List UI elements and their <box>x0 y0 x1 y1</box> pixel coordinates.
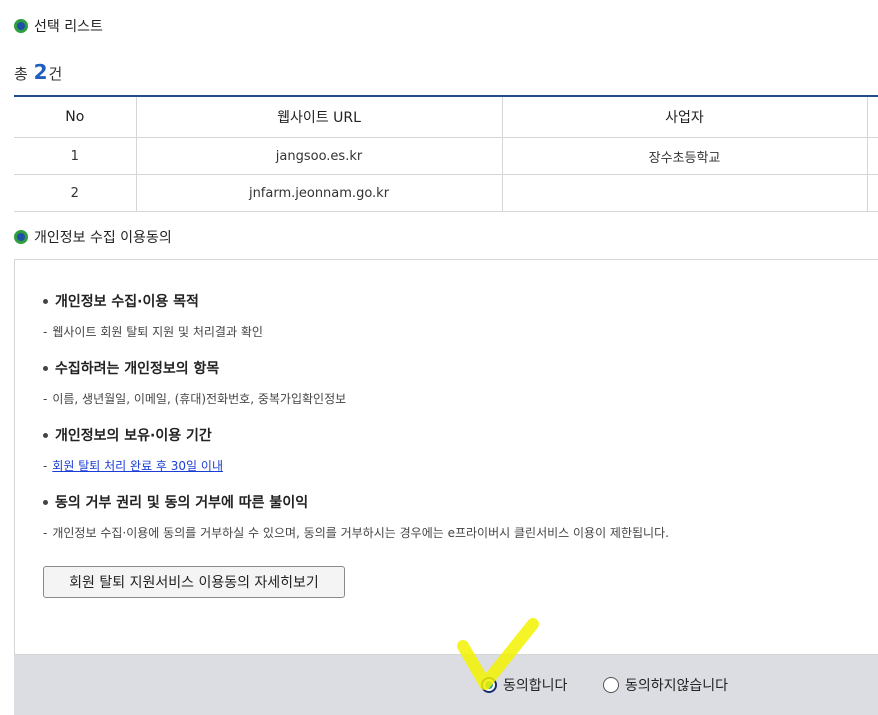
cell-company <box>501 174 867 212</box>
radio-unchecked-icon[interactable] <box>603 677 619 693</box>
consent-item-retention: 개인정보의 보유·이용 기간 - 회원 탈퇴 처리 완료 후 30일 이내 <box>43 425 223 474</box>
bullet-icon <box>43 432 48 438</box>
consent-title: 개인정보 수집 이용동의 <box>14 227 172 247</box>
cell-url: jnfarm.jeonnam.go.kr <box>135 174 502 212</box>
consent-box: 개인정보 수집·이용 목적 - 웹사이트 회원 탈퇴 지원 및 처리결과 확인 수… <box>14 259 878 655</box>
consent-item-refusal: 동의 거부 권리 및 동의 거부에 따른 불이익 - 개인정보 수집·이용에 동의… <box>43 492 669 541</box>
total-suffix: 건 <box>48 65 63 83</box>
table-header-row: No 웹사이트 URL 사업자 <box>14 96 878 138</box>
agree-bar: 동의합니다 동의하지않습니다 <box>14 655 878 715</box>
item-desc: 개인정보 수집·이용에 동의를 거부하실 수 있으며, 동의를 거부하시는 경우… <box>52 526 669 540</box>
bullet-icon <box>43 365 48 371</box>
table-row: 2 jnfarm.jeonnam.go.kr <box>14 174 878 212</box>
table-row: 1 jangsoo.es.kr 장수초등학교 <box>14 137 878 175</box>
bullet-icon <box>43 298 48 304</box>
total-count: 총 2건 <box>14 60 62 84</box>
col-header-extra <box>866 96 878 138</box>
consent-item-purpose: 개인정보 수집·이용 목적 - 웹사이트 회원 탈퇴 지원 및 처리결과 확인 <box>43 291 263 340</box>
section-bullet-icon <box>14 230 28 244</box>
cell-no: 2 <box>14 174 136 212</box>
consent-title-text: 개인정보 수집 이용동의 <box>34 230 172 246</box>
col-header-url: 웹사이트 URL <box>135 96 502 138</box>
total-prefix: 총 <box>14 65 28 83</box>
selection-list-title: 선택 리스트 <box>14 16 103 36</box>
selection-list-title-text: 선택 리스트 <box>34 19 103 35</box>
highlight-check-icon <box>457 618 539 690</box>
cell-extra <box>866 137 878 175</box>
section-bullet-icon <box>14 19 28 33</box>
item-desc: 이름, 생년월일, 이메일, (휴대)전화번호, 중복가입확인정보 <box>52 392 347 406</box>
item-heading: 개인정보의 보유·이용 기간 <box>55 428 212 444</box>
cell-url: jangsoo.es.kr <box>135 137 502 175</box>
view-details-button[interactable]: 회원 탈퇴 지원서비스 이용동의 자세히보기 <box>43 566 345 598</box>
item-desc: 웹사이트 회원 탈퇴 지원 및 처리결과 확인 <box>52 325 263 339</box>
total-count-value: 2 <box>33 60 48 84</box>
disagree-label: 동의하지않습니다 <box>625 678 729 694</box>
item-heading: 개인정보 수집·이용 목적 <box>55 294 199 310</box>
item-heading: 동의 거부 권리 및 동의 거부에 따른 불이익 <box>55 495 309 511</box>
disagree-radio[interactable]: 동의하지않습니다 <box>603 675 728 695</box>
bullet-icon <box>43 499 48 505</box>
consent-item-fields: 수집하려는 개인정보의 항목 - 이름, 생년월일, 이메일, (휴대)전화번호,… <box>43 358 346 407</box>
selection-table: No 웹사이트 URL 사업자 1 jangsoo.es.kr 장수초등학교 2… <box>14 95 878 212</box>
retention-link[interactable]: 회원 탈퇴 처리 완료 후 30일 이내 <box>52 457 223 474</box>
col-header-no: No <box>14 96 136 138</box>
cell-no: 1 <box>14 137 136 175</box>
col-header-company: 사업자 <box>501 96 867 138</box>
item-heading: 수집하려는 개인정보의 항목 <box>55 361 220 377</box>
cell-extra <box>866 174 878 212</box>
cell-company: 장수초등학교 <box>501 137 867 175</box>
